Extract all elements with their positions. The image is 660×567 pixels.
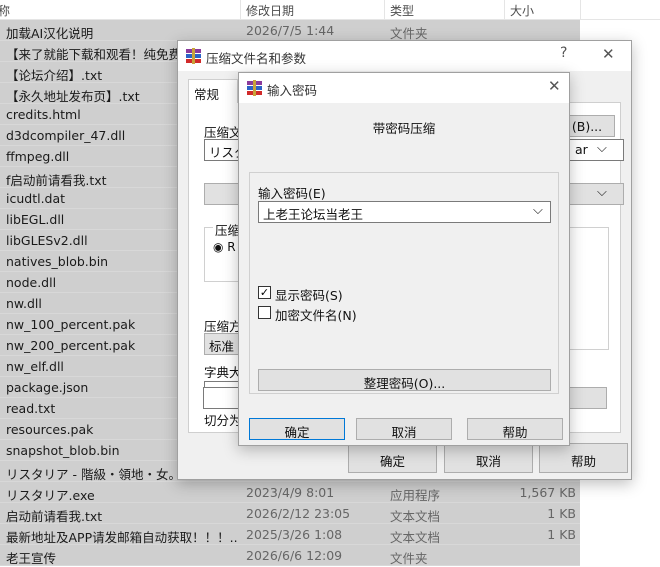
file-row[interactable]: 最新地址及APP请发邮箱自动获取！！！.... 2025/3/26 1:08 文本文…	[0, 524, 580, 545]
file-date: 2026/2/12 23:05	[246, 506, 351, 521]
chevron-down-icon: ⌵	[597, 141, 607, 156]
encrypt-filenames-checkbox[interactable]	[258, 306, 271, 319]
archive-cancel-button[interactable]: 取消	[444, 443, 533, 473]
file-size: 1,567 KB	[519, 485, 576, 500]
password-dialog-title: 输入密码	[267, 83, 318, 98]
chevron-down-icon: ⌵	[597, 185, 607, 200]
winrar-icon	[247, 80, 262, 96]
password-input[interactable]: 上老王论坛当老王 ⌵	[258, 201, 551, 223]
column-separator[interactable]	[580, 0, 581, 20]
file-size: 1 KB	[547, 527, 576, 542]
file-row[interactable]: 老王宣传 2026/6/6 12:09 文件夹	[0, 545, 580, 566]
dictionary-label: 字典大	[204, 365, 242, 380]
show-password-label[interactable]: 显示密码(S)	[275, 285, 343, 304]
archive-dialog-title: 压缩文件名和参数	[206, 51, 307, 66]
file-date: 2026/7/5 1:44	[246, 23, 335, 38]
close-icon[interactable]: ✕	[548, 77, 561, 95]
split-label: 切分为	[204, 413, 242, 428]
check-icon: ✓	[259, 286, 270, 299]
winrar-icon	[186, 48, 201, 64]
file-row[interactable]: 启动前请看我.txt 2026/2/12 23:05 文本文档 1 KB	[0, 503, 580, 524]
close-icon[interactable]: ✕	[602, 45, 615, 63]
column-type[interactable]: 类型	[390, 2, 414, 19]
password-value: 上老王论坛当老王	[263, 207, 364, 222]
help-title-button[interactable]: ?	[560, 45, 567, 61]
column-separator[interactable]	[504, 0, 505, 20]
column-separator[interactable]	[240, 0, 241, 20]
file-size: 1 KB	[547, 506, 576, 521]
file-name: リスタリア.exe	[6, 488, 95, 503]
format-radio[interactable]: ◉ R	[213, 240, 236, 254]
file-date: 2025/3/26 1:08	[246, 527, 343, 542]
tab-general[interactable]: 常规	[188, 79, 238, 104]
column-header: 称 修改日期 类型 大小	[0, 0, 660, 20]
file-type: 文件夹	[390, 551, 428, 566]
column-separator[interactable]	[384, 0, 385, 20]
password-dialog-titlebar[interactable]: 输入密码 ✕	[239, 73, 569, 103]
encrypt-filenames-label[interactable]: 加密文件名(N)	[275, 305, 357, 324]
organize-passwords-button[interactable]: 整理密码(O)...	[258, 369, 551, 391]
file-row[interactable]: 加载AI汉化说明 2026/7/5 1:44 文件夹	[0, 20, 580, 41]
file-type: 文本文档	[390, 530, 441, 545]
file-row[interactable]: リスタリア.exe 2023/4/9 8:01 应用程序 1,567 KB	[0, 482, 580, 503]
password-help-button[interactable]: 帮助	[467, 418, 563, 440]
file-type: 文本文档	[390, 509, 441, 524]
column-name[interactable]: 称	[0, 2, 10, 19]
file-name: 启动前请看我.txt	[6, 509, 103, 524]
password-label: 输入密码(E)	[258, 186, 326, 201]
file-date: 2026/6/6 12:09	[246, 548, 343, 563]
password-heading: 带密码压缩	[372, 121, 436, 136]
archive-dialog-titlebar[interactable]: 压缩文件名和参数 ? ✕	[178, 41, 631, 71]
archive-help-button[interactable]: 帮助	[539, 443, 628, 473]
show-password-checkbox[interactable]: ✓	[258, 286, 271, 299]
file-type: 应用程序	[390, 488, 441, 503]
archive-ok-button[interactable]: 确定	[348, 443, 437, 473]
password-ok-button[interactable]: 确定	[249, 418, 345, 440]
file-date: 2023/4/9 8:01	[246, 485, 335, 500]
chevron-down-icon[interactable]: ⌵	[533, 203, 543, 218]
file-name: 最新地址及APP请发邮箱自动获取！！！....	[6, 530, 238, 545]
password-cancel-button[interactable]: 取消	[356, 418, 452, 440]
password-dialog: 输入密码 ✕ 带密码压缩 输入密码(E) 上老王论坛当老王 ⌵ ✓ 显示密码(S…	[238, 72, 570, 446]
file-name: 老王宣传	[6, 551, 57, 566]
column-date[interactable]: 修改日期	[246, 2, 294, 19]
column-size[interactable]: 大小	[510, 2, 534, 19]
